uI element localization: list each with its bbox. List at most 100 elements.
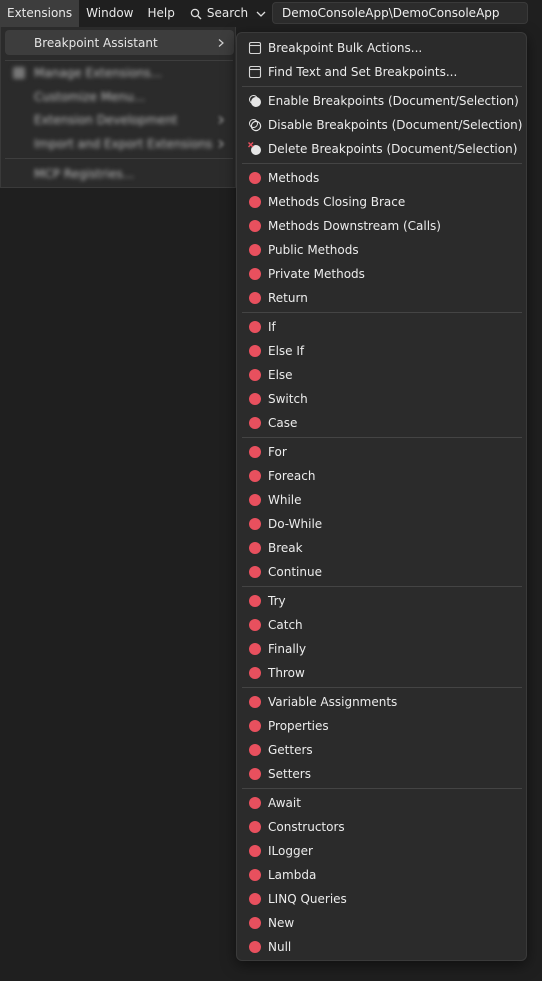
search-label: Search: [206, 6, 249, 20]
submenu-item-enable-breakpoints-document-selection[interactable]: Enable Breakpoints (Document/Selection): [237, 89, 526, 113]
separator: [242, 586, 522, 587]
submenu-item-foreach[interactable]: Foreach: [237, 464, 526, 488]
submenu-item-do-while[interactable]: Do-While: [237, 512, 526, 536]
submenu-item-methods-closing-brace[interactable]: Methods Closing Brace: [237, 190, 526, 214]
separator: [5, 60, 233, 61]
submenu-item-for[interactable]: For: [237, 440, 526, 464]
submenu-item-breakpoint-bulk-actions[interactable]: Breakpoint Bulk Actions...: [237, 36, 526, 60]
breakpoint-dot-icon: [249, 797, 261, 809]
submenu-item-find-text-and-set-breakpoints[interactable]: Find Text and Set Breakpoints...: [237, 60, 526, 84]
breakpoint-dot-icon: [249, 566, 261, 578]
submenu-item-label: Lambda: [268, 868, 317, 882]
submenu-item-throw[interactable]: Throw: [237, 661, 526, 685]
submenu-item-label: Switch: [268, 392, 308, 406]
breakpoint-dot-icon: [249, 196, 261, 208]
enable-breakpoints-icon: [249, 95, 261, 107]
breakpoint-dot-icon: [249, 720, 261, 732]
submenu-item-disable-breakpoints-document-selection[interactable]: Disable Breakpoints (Document/Selection): [237, 113, 526, 137]
submenu-item-label: Private Methods: [268, 267, 365, 281]
submenu-item-switch[interactable]: Switch: [237, 387, 526, 411]
separator: [242, 163, 522, 164]
submenu-item-label: Disable Breakpoints (Document/Selection): [268, 118, 523, 132]
breakpoint-dot-icon: [249, 768, 261, 780]
breakpoint-dot-icon: [249, 595, 261, 607]
breakpoint-dot-icon: [249, 393, 261, 405]
submenu-item-properties[interactable]: Properties: [237, 714, 526, 738]
chevron-right-icon: [218, 140, 224, 148]
submenu-item-lambda[interactable]: Lambda: [237, 863, 526, 887]
submenu-item-if[interactable]: If: [237, 315, 526, 339]
submenu-item-label: Else: [268, 368, 293, 382]
breakpoint-dot-icon: [249, 821, 261, 833]
submenu-item-else[interactable]: Else: [237, 363, 526, 387]
extensions-menu: Breakpoint Assistant Manage Extensions..…: [0, 27, 236, 188]
submenu-item-label: Return: [268, 291, 308, 305]
menu-item-breakpoint-assistant[interactable]: Breakpoint Assistant: [34, 33, 158, 53]
breakpoint-dot-icon: [249, 292, 261, 304]
submenu-item-constructors[interactable]: Constructors: [237, 815, 526, 839]
submenu-item-delete-breakpoints-document-selection[interactable]: Delete Breakpoints (Document/Selection): [237, 137, 526, 161]
submenu-item-getters[interactable]: Getters: [237, 738, 526, 762]
submenu-item-label: Foreach: [268, 469, 316, 483]
submenu-item-label: Break: [268, 541, 303, 555]
submenu-item-await[interactable]: Await: [237, 791, 526, 815]
submenu-item-label: Methods Downstream (Calls): [268, 219, 441, 233]
submenu-item-setters[interactable]: Setters: [237, 762, 526, 786]
submenu-item-label: Do-While: [268, 517, 323, 531]
submenu-item-label: Enable Breakpoints (Document/Selection): [268, 94, 519, 108]
submenu-item-label: Else If: [268, 344, 305, 358]
separator: [242, 437, 522, 438]
submenu-item-label: Methods Closing Brace: [268, 195, 406, 209]
submenu-item-finally[interactable]: Finally: [237, 637, 526, 661]
breakpoint-dot-icon: [249, 244, 261, 256]
submenu-item-continue[interactable]: Continue: [237, 560, 526, 584]
menu-extensions[interactable]: Extensions: [0, 0, 80, 27]
submenu-item-case[interactable]: Case: [237, 411, 526, 435]
submenu-item-return[interactable]: Return: [237, 286, 526, 310]
chevron-right-icon: [218, 39, 224, 47]
submenu-item-try[interactable]: Try: [237, 589, 526, 613]
submenu-item-label: Methods: [268, 171, 320, 185]
submenu-item-methods[interactable]: Methods: [237, 166, 526, 190]
chevron-right-icon: [218, 116, 224, 124]
submenu-item-break[interactable]: Break: [237, 536, 526, 560]
submenu-item-label: Constructors: [268, 820, 345, 834]
solution-title: DemoConsoleApp\DemoConsoleApp: [272, 2, 528, 24]
submenu-item-label: New: [268, 916, 295, 930]
submenu-item-label: Catch: [268, 618, 303, 632]
breakpoint-dot-icon: [249, 369, 261, 381]
menu-item-extension-development[interactable]: Extension Development: [34, 110, 178, 130]
submenu-item-methods-downstream-calls[interactable]: Methods Downstream (Calls): [237, 214, 526, 238]
submenu-item-public-methods[interactable]: Public Methods: [237, 238, 526, 262]
submenu-item-label: Try: [268, 594, 286, 608]
submenu-item-ilogger[interactable]: ILogger: [237, 839, 526, 863]
menu-item-import-export-extensions[interactable]: Import and Export Extensions: [34, 134, 212, 154]
menu-item-manage-extensions[interactable]: Manage Extensions...: [34, 63, 162, 83]
breakpoint-dot-icon: [249, 518, 261, 530]
submenu-item-linq-queries[interactable]: LINQ Queries: [237, 887, 526, 911]
submenu-item-variable-assignments[interactable]: Variable Assignments: [237, 690, 526, 714]
submenu-item-new[interactable]: New: [237, 911, 526, 935]
separator: [242, 687, 522, 688]
search-menu[interactable]: Search: [182, 0, 274, 27]
submenu-item-label: Case: [268, 416, 298, 430]
separator: [242, 86, 522, 87]
submenu-item-label: Finally: [268, 642, 307, 656]
breakpoint-dot-icon: [249, 470, 261, 482]
breakpoint-dot-icon: [249, 220, 261, 232]
submenu-item-else-if[interactable]: Else If: [237, 339, 526, 363]
breakpoint-dot-icon: [249, 643, 261, 655]
menu-help[interactable]: Help: [141, 0, 182, 27]
menu-item-mcp-registries[interactable]: MCP Registries...: [34, 164, 134, 184]
submenu-item-private-methods[interactable]: Private Methods: [237, 262, 526, 286]
menu-item-customize-menu[interactable]: Customize Menu...: [34, 87, 145, 107]
breakpoint-dot-icon: [249, 321, 261, 333]
breakpoint-dot-icon: [249, 893, 261, 905]
submenu-item-label: Null: [268, 940, 292, 954]
menu-window[interactable]: Window: [79, 0, 140, 27]
submenu-item-catch[interactable]: Catch: [237, 613, 526, 637]
submenu-item-null[interactable]: Null: [237, 935, 526, 959]
submenu-item-while[interactable]: While: [237, 488, 526, 512]
chevron-down-icon: [256, 11, 266, 17]
breakpoint-dot-icon: [249, 744, 261, 756]
